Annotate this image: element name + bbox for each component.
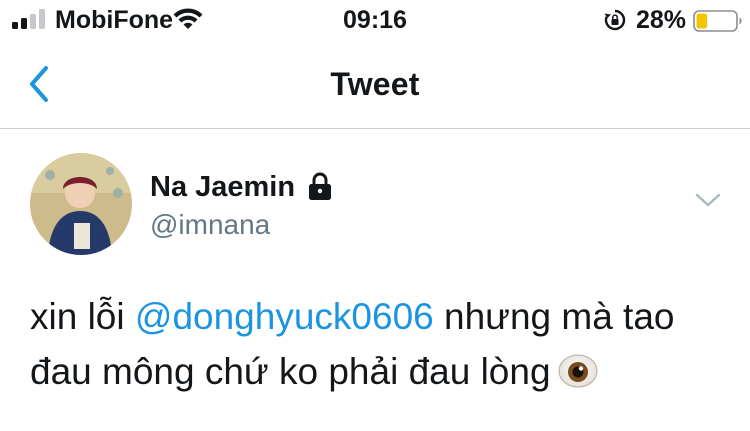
display-name[interactable]: Na Jaemin xyxy=(150,171,295,204)
mention-link[interactable]: @donghyuck0606 xyxy=(135,296,434,337)
tweet-text: xin lỗi @donghyuck0606 nhưng mà tao đau … xyxy=(30,289,730,399)
page-title: Tweet xyxy=(330,66,420,102)
tweet: Na Jaemin @imnana xin lỗi @donghyuck0606… xyxy=(0,129,750,431)
rotation-lock-icon xyxy=(604,9,626,31)
tweet-text-before: xin lỗi xyxy=(30,296,135,337)
avatar[interactable] xyxy=(30,153,132,255)
navigation-bar: Tweet xyxy=(0,40,750,129)
battery-icon xyxy=(693,10,742,32)
status-bar: MobiFone 09:16 28% xyxy=(0,0,750,40)
user-handle[interactable]: @imnana xyxy=(150,209,270,241)
lock-icon xyxy=(309,172,331,200)
chevron-down-icon[interactable] xyxy=(693,189,723,211)
eye-emoji-icon xyxy=(558,354,598,388)
battery-percentage: 28% xyxy=(636,6,687,34)
